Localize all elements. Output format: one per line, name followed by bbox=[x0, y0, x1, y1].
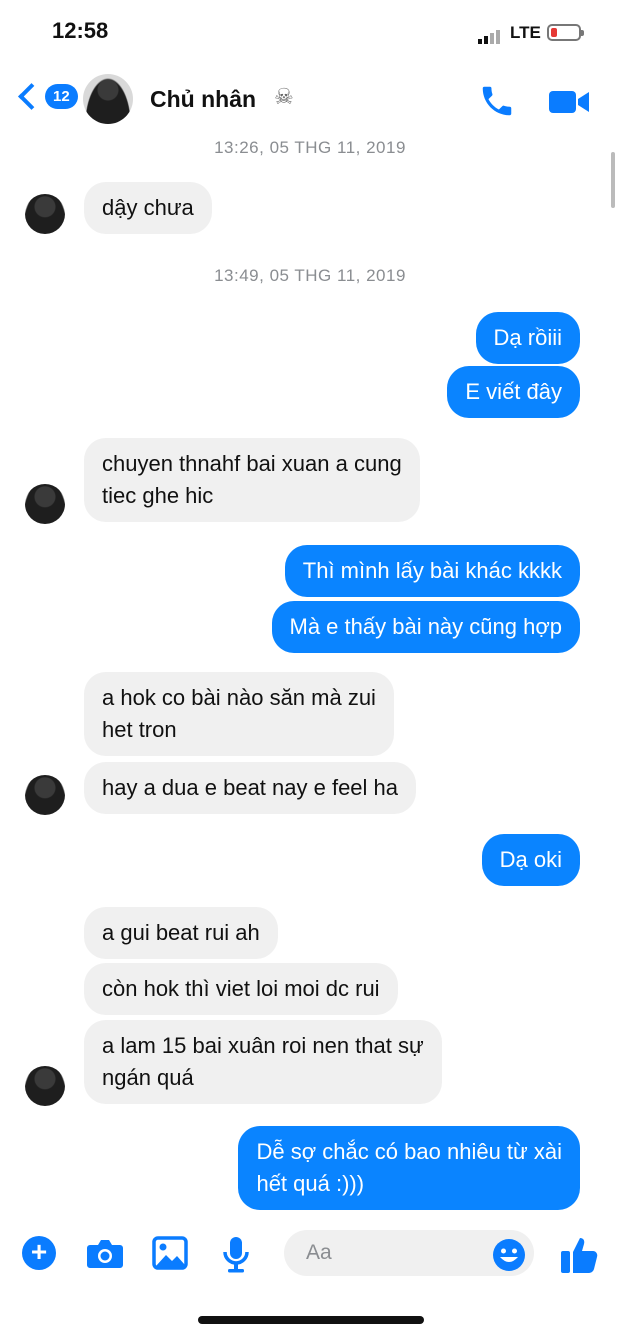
outgoing-message[interactable]: Dạ oki bbox=[481, 834, 580, 886]
timestamp: 13:49, 05 THG 11, 2019 bbox=[214, 266, 406, 285]
chat-header: 12 Chủ nhân ☠ bbox=[0, 64, 620, 136]
camera-icon bbox=[87, 1240, 123, 1268]
sender-avatar[interactable] bbox=[25, 194, 65, 234]
skull-emoji: ☠ bbox=[274, 84, 294, 109]
outgoing-message[interactable]: E viết đây bbox=[447, 366, 580, 418]
camera-button[interactable] bbox=[86, 1236, 124, 1275]
back-button[interactable]: 12 bbox=[16, 83, 78, 110]
image-icon bbox=[152, 1236, 188, 1270]
outgoing-message[interactable]: Thì mình lấy bài khác kkkk bbox=[284, 545, 580, 597]
outgoing-message[interactable]: Dễ sợ chắc có bao nhiêu từ xài hết quá :… bbox=[238, 1126, 580, 1210]
incoming-message[interactable]: a lam 15 bai xuân roi nen that sự ngán q… bbox=[84, 1020, 442, 1104]
video-call-button[interactable] bbox=[548, 88, 590, 121]
incoming-message[interactable]: chuyen thnahf bai xuan a cung tiec ghe h… bbox=[84, 438, 420, 522]
thumbs-up-icon bbox=[561, 1238, 598, 1273]
emoji-button[interactable] bbox=[492, 1238, 526, 1277]
call-button[interactable] bbox=[478, 82, 516, 125]
timestamp: 13:26, 05 THG 11, 2019 bbox=[214, 138, 406, 157]
microphone-icon bbox=[223, 1237, 249, 1273]
incoming-message[interactable]: dậy chưa bbox=[84, 182, 212, 234]
sender-avatar[interactable] bbox=[25, 1066, 65, 1106]
contact-avatar[interactable] bbox=[83, 74, 133, 124]
status-time: 12:58 bbox=[52, 18, 109, 43]
incoming-message[interactable]: a hok co bài nào săn mà zui het tron bbox=[84, 672, 394, 756]
incoming-message[interactable]: hay a dua e beat nay e feel ha bbox=[84, 762, 417, 814]
network-label: LTE bbox=[510, 23, 541, 42]
contact-name[interactable]: Chủ nhân bbox=[150, 86, 256, 113]
home-indicator[interactable] bbox=[198, 1316, 424, 1324]
battery-icon bbox=[547, 24, 584, 41]
sender-avatar[interactable] bbox=[25, 775, 65, 815]
sender-avatar[interactable] bbox=[25, 484, 65, 524]
like-button[interactable] bbox=[560, 1236, 600, 1279]
incoming-message[interactable]: a gui beat rui ah bbox=[84, 907, 278, 959]
microphone-button[interactable] bbox=[222, 1236, 250, 1279]
status-bar: 12:58 LTE bbox=[0, 0, 620, 64]
unread-badge: 12 bbox=[45, 84, 78, 109]
message-composer: + Aa bbox=[0, 1222, 620, 1288]
incoming-message[interactable]: còn hok thì viet loi moi dc rui bbox=[84, 963, 398, 1015]
gallery-button[interactable] bbox=[152, 1236, 188, 1275]
outgoing-message[interactable]: Dạ rồiii bbox=[475, 312, 580, 364]
video-camera-icon bbox=[549, 91, 589, 113]
scrollbar[interactable] bbox=[611, 152, 615, 208]
message-input-placeholder: Aa bbox=[306, 1241, 332, 1264]
outgoing-message[interactable]: Mà e thấy bài này cũng hợp bbox=[271, 601, 580, 653]
chevron-left-icon bbox=[18, 83, 45, 110]
plus-icon[interactable]: + bbox=[22, 1236, 56, 1270]
phone-icon bbox=[482, 86, 512, 116]
smiley-icon bbox=[493, 1239, 525, 1271]
signal-strength-icon bbox=[478, 26, 502, 44]
